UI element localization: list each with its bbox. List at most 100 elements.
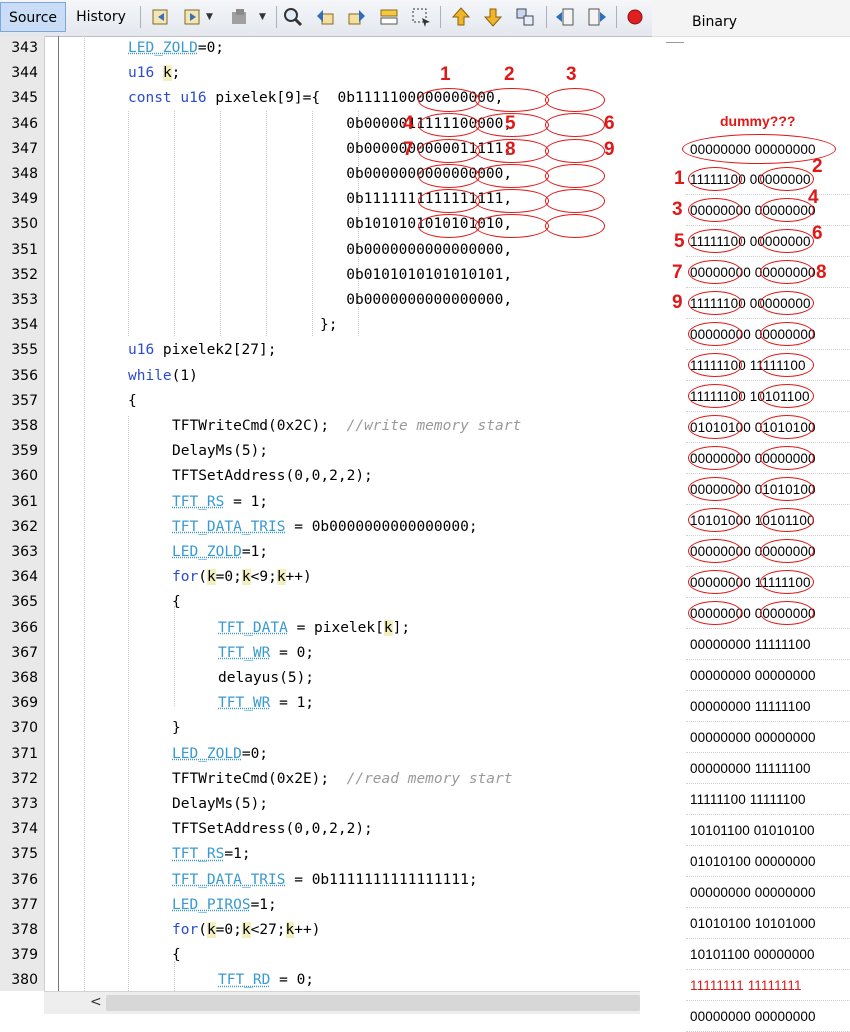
code-line[interactable]: TFT_DATA_TRIS = 0b0000000000000000; xyxy=(44,515,652,540)
line-number: 353 xyxy=(11,292,38,308)
code-line[interactable]: u16 k; xyxy=(44,61,652,86)
code-ellipse xyxy=(418,113,480,137)
bookmark-next-icon[interactable] xyxy=(482,6,504,28)
back-icon[interactable] xyxy=(150,6,172,28)
code-ellipse xyxy=(418,164,480,188)
shift-right-icon[interactable] xyxy=(586,6,608,28)
code-text: }; xyxy=(128,317,338,334)
code-line[interactable]: 0b0101010101010101, xyxy=(44,263,652,288)
code-line[interactable]: 0b0000000000000000, xyxy=(44,238,652,263)
code-text: for(k=0;k<9;k++) xyxy=(172,569,312,586)
toggle-bookmark-icon[interactable] xyxy=(514,6,536,28)
row-divider xyxy=(686,907,850,908)
binary-ellipse xyxy=(688,384,742,408)
line-number: 359 xyxy=(11,443,38,460)
line-number: 354 xyxy=(11,317,38,334)
code-text: TFTSetAddress(0,0,2,2); xyxy=(172,468,373,485)
code-line[interactable]: delayus(5); xyxy=(44,666,652,691)
code-line[interactable]: TFT_DATA = pixelek[k]; xyxy=(44,616,652,641)
line-number: 346 xyxy=(11,115,38,132)
code-line[interactable]: TFT_WR = 0; xyxy=(44,641,652,666)
row-divider xyxy=(686,814,850,815)
code-text: delayus(5); xyxy=(218,670,315,686)
row-divider xyxy=(686,287,850,288)
code-line[interactable]: LED_ZOLD=0; xyxy=(44,742,652,767)
code-line[interactable]: { xyxy=(44,389,652,414)
code-line[interactable]: LED_ZOLD=1; xyxy=(44,540,652,565)
binary-ellipse xyxy=(760,229,814,253)
select-icon[interactable] xyxy=(410,6,432,28)
binary-row: 00000000 00000000 xyxy=(690,885,816,900)
prev-occurrence-icon[interactable] xyxy=(314,6,336,28)
forward-icon[interactable] xyxy=(182,6,204,28)
code-ellipse xyxy=(418,189,480,213)
code-line[interactable]: TFTSetAddress(0,0,2,2); xyxy=(44,464,652,489)
code-line[interactable]: { xyxy=(44,943,652,968)
history-icon[interactable] xyxy=(228,6,250,28)
toggle-highlight-icon[interactable] xyxy=(378,6,400,28)
code-text: DelayMs(5); xyxy=(172,796,269,812)
code-line[interactable]: TFTWriteCmd(0x2C); //write memory start xyxy=(44,414,652,439)
code-text: TFTWriteCmd(0x2C); //write memory start xyxy=(172,418,522,434)
bookmark-prev-icon[interactable] xyxy=(450,6,472,28)
line-number: 378 xyxy=(11,922,38,938)
next-occurrence-icon[interactable] xyxy=(346,6,368,28)
code-line[interactable]: while(1) xyxy=(44,364,652,389)
annotation-number: 9 xyxy=(604,139,615,160)
record-macro-icon[interactable] xyxy=(624,6,646,28)
code-line[interactable]: DelayMs(5); xyxy=(44,792,652,817)
annotation-number: 1 xyxy=(674,168,685,189)
binary-ellipse xyxy=(760,415,814,439)
row-divider xyxy=(686,876,850,877)
search-icon[interactable] xyxy=(282,6,304,28)
code-text: { xyxy=(172,594,181,611)
code-line[interactable]: LED_PIROS=1; xyxy=(44,893,652,918)
code-line[interactable]: { xyxy=(44,590,652,615)
toolbar-separator xyxy=(616,6,617,28)
code-line[interactable]: for(k=0;k<27;k++) xyxy=(44,918,652,943)
row-divider xyxy=(686,473,850,474)
annotation-number: 2 xyxy=(504,64,515,85)
code-line[interactable]: TFTWriteCmd(0x2E); //read memory start xyxy=(44,767,652,792)
chevron-down-icon[interactable]: ▼ xyxy=(206,12,213,22)
code-ellipse xyxy=(545,164,605,188)
code-line[interactable]: }; xyxy=(44,313,652,338)
code-ellipse xyxy=(475,214,549,238)
tab-source[interactable]: Source xyxy=(0,2,66,32)
scroll-left-icon[interactable]: < xyxy=(90,994,102,1010)
code-line[interactable]: TFT_RS=1; xyxy=(44,842,652,867)
code-line[interactable]: TFT_RS = 1; xyxy=(44,490,652,515)
dummy-label: dummy??? xyxy=(720,113,796,129)
toolbar-separator xyxy=(546,6,547,28)
binary-ellipse xyxy=(688,260,742,284)
code-line[interactable]: LED_ZOLD=0; xyxy=(44,36,652,61)
code-text: for(k=0;k<27;k++) xyxy=(172,922,321,938)
code-line[interactable]: TFT_DATA_TRIS = 0b1111111111111111; xyxy=(44,868,652,893)
annotation-number: 6 xyxy=(604,113,615,134)
binary-ellipse xyxy=(688,198,742,222)
code-text: LED_ZOLD=1; xyxy=(172,544,269,560)
code-ellipse xyxy=(545,189,605,213)
scrollbar-thumb[interactable] xyxy=(106,995,640,1011)
code-text: TFT_DATA_TRIS = 0b0000000000000000; xyxy=(172,518,478,535)
line-number: 352 xyxy=(11,266,38,283)
horizontal-scrollbar[interactable] xyxy=(44,991,640,1014)
row-divider xyxy=(686,566,850,567)
code-line[interactable]: TFT_RD = 0; xyxy=(44,968,652,991)
tab-history[interactable]: History xyxy=(68,2,134,32)
code-line[interactable]: DelayMs(5); xyxy=(44,439,652,464)
code-line[interactable]: TFT_WR = 1; xyxy=(44,691,652,716)
code-line[interactable]: u16 pixelek2[27]; xyxy=(44,338,652,363)
code-line[interactable]: } xyxy=(44,716,652,741)
code-line[interactable]: for(k=0;k<9;k++) xyxy=(44,565,652,590)
line-number: 377 xyxy=(11,896,38,913)
shift-left-icon[interactable] xyxy=(554,6,576,28)
code-ellipse xyxy=(475,88,549,112)
code-line[interactable]: 0b0000000000000000, xyxy=(44,288,652,313)
code-text: TFT_RS = 1; xyxy=(172,493,269,510)
line-number: 360 xyxy=(11,468,38,485)
chevron-down-icon[interactable]: ▼ xyxy=(259,12,266,22)
binary-row: 10101100 01010100 xyxy=(690,823,815,838)
code-line[interactable]: TFTSetAddress(0,0,2,2); xyxy=(44,817,652,842)
code-text: TFT_RD = 0; xyxy=(218,972,315,989)
